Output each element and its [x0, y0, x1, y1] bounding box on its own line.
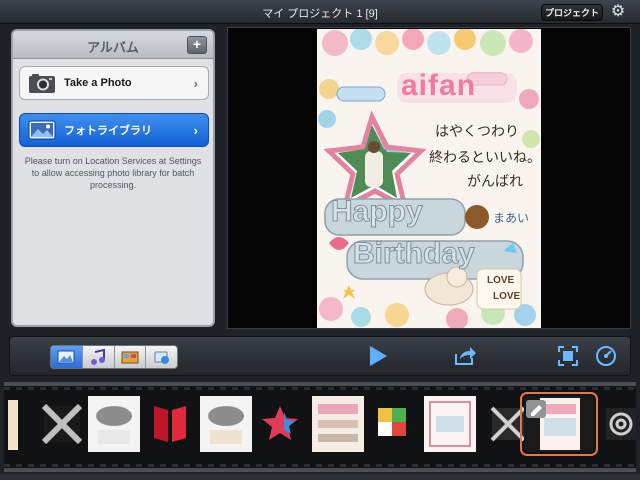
transition-clip[interactable]	[366, 396, 418, 452]
filmstrip-bottom-edge	[0, 474, 640, 480]
film-clip[interactable]	[312, 396, 364, 452]
photo-library-item[interactable]: フォトライブラリ ›	[19, 113, 209, 147]
speed-icon[interactable]	[595, 345, 617, 367]
card-text-name: まあい	[493, 211, 530, 225]
add-album-button[interactable]: +	[187, 36, 207, 54]
film-clip[interactable]	[424, 396, 476, 452]
music-tab[interactable]	[83, 346, 115, 368]
top-bar: マイ プロジェクト 1 [9] プロジェクト ⚙	[0, 0, 640, 24]
filmstrip[interactable]	[4, 382, 636, 472]
export-icon	[154, 351, 169, 364]
location-services-note: Please turn on Location Services at Sett…	[24, 156, 202, 190]
fit-screen-icon[interactable]	[558, 346, 578, 366]
card-text-love1: LOVE	[487, 275, 515, 286]
gear-icon[interactable]: ⚙	[609, 3, 627, 21]
play-icon[interactable]	[367, 344, 389, 368]
photos-tab[interactable]	[51, 346, 83, 368]
music-icon	[91, 349, 106, 365]
transition-clip[interactable]	[36, 396, 88, 452]
chevron-right-icon: ›	[193, 122, 198, 138]
transition-clip[interactable]	[144, 396, 196, 452]
projects-button[interactable]: プロジェクト	[541, 4, 603, 21]
themes-tab[interactable]	[115, 346, 147, 368]
take-photo-label: Take a Photo	[64, 77, 132, 89]
transition-clip[interactable]	[602, 396, 636, 452]
card-text-title: aifan	[401, 69, 477, 102]
card-text-line3: がんばれ	[467, 174, 523, 190]
album-title: アルバム	[87, 40, 139, 55]
transition-clip[interactable]	[254, 396, 306, 452]
selected-clip[interactable]	[520, 392, 598, 456]
card-text-line2: 終わるといいね。	[429, 150, 541, 166]
film-clip[interactable]	[200, 396, 252, 452]
themes-icon	[121, 351, 139, 364]
film-perforations-top	[4, 387, 636, 390]
card-text-birthday: Birthday	[353, 237, 476, 271]
editing-toolbar	[9, 336, 631, 376]
media-segmented-control[interactable]	[50, 345, 178, 369]
card-text-line1: はやくつわり	[435, 124, 519, 140]
photos-icon	[57, 350, 75, 364]
share-icon[interactable]	[453, 345, 477, 367]
preview-area[interactable]: aifan はやくつわり 終わるといいね。 がんばれ Happy Birthda…	[227, 27, 631, 329]
chevron-right-icon: ›	[193, 75, 198, 91]
album-popover: アルバム + Take a Photo › フォトライブラリ › Please …	[11, 29, 215, 327]
preview-card-image: aifan はやくつわり 終わるといいね。 がんばれ Happy Birthda…	[317, 29, 541, 328]
photo-library-label: フォトライブラリ	[64, 125, 152, 137]
card-text-love2: LOVE	[493, 291, 521, 302]
export-tab[interactable]	[146, 346, 177, 368]
photo-library-icon	[28, 119, 56, 141]
take-photo-item[interactable]: Take a Photo ›	[19, 66, 209, 100]
album-header: アルバム +	[13, 31, 213, 59]
film-perforations-bottom	[4, 464, 636, 467]
film-clip[interactable]	[88, 396, 140, 452]
camera-icon	[28, 72, 56, 94]
card-text-happy: Happy	[331, 195, 424, 229]
film-clip[interactable]	[8, 396, 18, 452]
